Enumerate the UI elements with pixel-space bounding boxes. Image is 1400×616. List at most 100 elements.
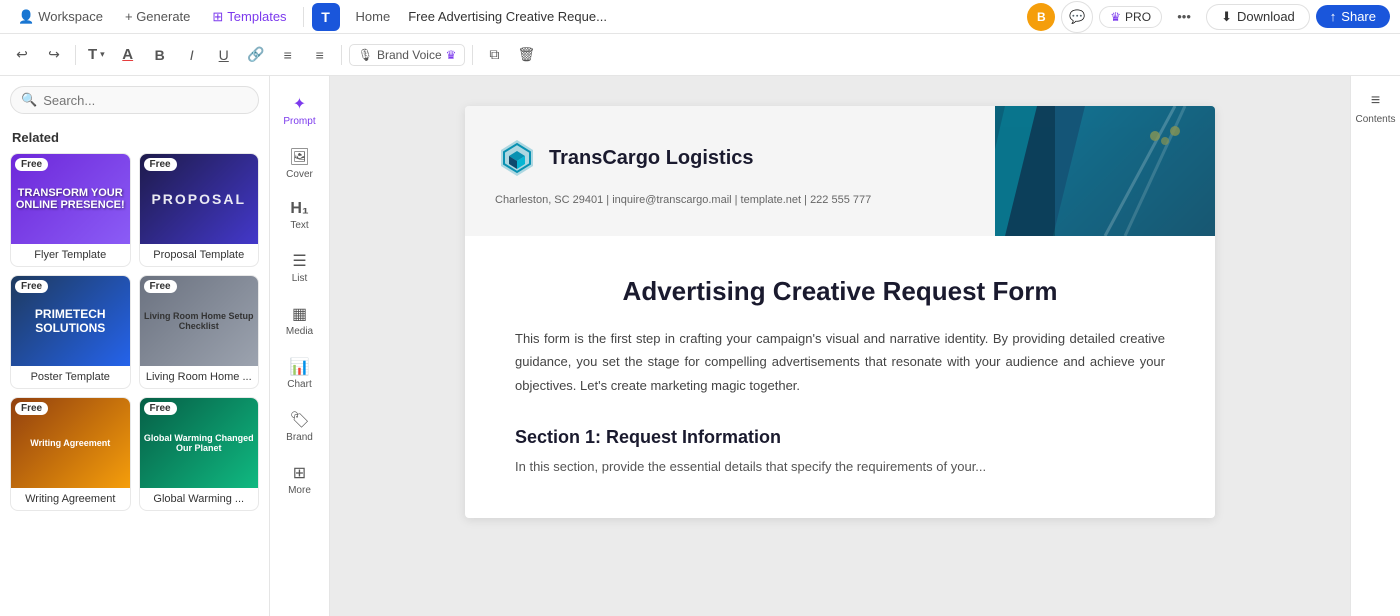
template-badge: Free xyxy=(144,158,177,171)
tool-cover-label: Cover xyxy=(286,169,313,180)
tool-chart[interactable]: 📊 Chart xyxy=(274,349,326,398)
more-tools-icon: ⊞ xyxy=(293,463,306,483)
tool-text[interactable]: H₁ Text xyxy=(274,192,326,239)
top-navigation: 👤 Workspace + Generate ⊞ Templates T Hom… xyxy=(0,0,1400,34)
template-name: Writing Agreement xyxy=(11,488,130,510)
template-badge: Free xyxy=(144,402,177,415)
toolbar-sep-3 xyxy=(472,45,473,65)
home-label: Home xyxy=(356,9,391,24)
template-badge: Free xyxy=(15,402,48,415)
side-tools-panel: ✦ Prompt 🖼 Cover H₁ Text ☰ List ▦ Media … xyxy=(270,76,330,616)
template-thumbnail: Free TRANSFORM YOUR ONLINE PRESENCE! xyxy=(11,154,130,244)
template-name: Proposal Template xyxy=(140,244,259,266)
template-card[interactable]: Free Global Warming Changed Our Planet G… xyxy=(139,397,260,511)
template-name: Global Warming ... xyxy=(140,488,259,510)
template-badge: Free xyxy=(144,280,177,293)
tool-media[interactable]: ▦ Media xyxy=(274,296,326,345)
font-icon: T xyxy=(88,46,97,63)
cover-icon: 🖼 xyxy=(289,147,309,167)
template-badge: Free xyxy=(15,158,48,171)
align-button[interactable]: ≡ xyxy=(306,41,334,69)
template-card[interactable]: Free Writing Agreement Writing Agreement xyxy=(10,397,131,511)
tool-text-label: Text xyxy=(290,220,308,231)
share-icon: ↑ xyxy=(1330,9,1337,24)
contents-button[interactable]: ≡ Contents xyxy=(1349,86,1400,131)
doc-header-right xyxy=(995,106,1215,236)
copy-button[interactable]: ⧉ xyxy=(480,41,508,69)
template-name: Poster Template xyxy=(11,366,130,388)
text-icon: H₁ xyxy=(290,200,308,218)
font-family-select[interactable]: T ▾ xyxy=(83,43,110,66)
template-card[interactable]: Free Living Room Home Setup Checklist Li… xyxy=(139,275,260,389)
template-card[interactable]: Free PROPOSAL Proposal Template xyxy=(139,153,260,267)
templates-label: Templates xyxy=(227,9,286,24)
company-info: Charleston, SC 29401 | inquire@transcarg… xyxy=(495,194,965,206)
download-button[interactable]: ⬇ Download xyxy=(1206,4,1310,30)
tool-media-label: Media xyxy=(286,326,313,337)
tool-list[interactable]: ☰ List xyxy=(274,243,326,292)
tool-brand-label: Brand xyxy=(286,432,313,443)
search-box[interactable]: 🔍 xyxy=(10,86,259,114)
template-name: Living Room Home ... xyxy=(140,366,259,388)
tool-brand[interactable]: 🏷 Brand xyxy=(274,402,326,451)
tool-more-label: More xyxy=(288,485,311,496)
bold-button[interactable]: B xyxy=(146,41,174,69)
delete-button[interactable]: 🗑 xyxy=(512,41,540,69)
doc-header-left: TransCargo Logistics Charleston, SC 2940… xyxy=(465,106,995,236)
template-name: Flyer Template xyxy=(11,244,130,266)
doc-title: Free Advertising Creative Reque... xyxy=(408,9,607,24)
related-section-title: Related xyxy=(0,124,269,153)
pro-label: PRO xyxy=(1125,10,1151,24)
download-label: Download xyxy=(1237,9,1295,24)
italic-button[interactable]: I xyxy=(178,41,206,69)
logo-svg xyxy=(495,136,539,180)
pro-badge[interactable]: ♛ PRO xyxy=(1099,6,1162,28)
content-area: TransCargo Logistics Charleston, SC 2940… xyxy=(330,76,1350,616)
tool-chart-label: Chart xyxy=(287,379,311,390)
tool-more[interactable]: ⊞ More xyxy=(274,455,326,504)
document: TransCargo Logistics Charleston, SC 2940… xyxy=(465,106,1215,518)
template-thumbnail: Free Global Warming Changed Our Planet xyxy=(140,398,259,488)
section1-title: Section 1: Request Information xyxy=(515,427,1165,448)
brand-voice-button[interactable]: 🎙 Brand Voice ♛ xyxy=(349,44,466,66)
media-icon: ▦ xyxy=(292,304,307,324)
generate-nav[interactable]: + Generate xyxy=(117,5,198,28)
formatting-toolbar: ↩ ↪ T ▾ A B I U 🔗 ≡ ≡ 🎙 Brand Voice ♛ ⧉ … xyxy=(0,34,1400,76)
tool-prompt-label: Prompt xyxy=(283,116,315,127)
chat-icon: 💬 xyxy=(1069,9,1085,25)
template-card[interactable]: Free PRIMETECH SOLUTIONS Poster Template xyxy=(10,275,131,389)
doc-body: Advertising Creative Request Form This f… xyxy=(465,236,1215,518)
bullet-list-button[interactable]: ≡ xyxy=(274,41,302,69)
template-card[interactable]: Free TRANSFORM YOUR ONLINE PRESENCE! Fly… xyxy=(10,153,131,267)
brand-crown-icon: ♛ xyxy=(446,48,457,62)
more-options-btn[interactable]: ••• xyxy=(1168,1,1200,33)
template-thumbnail: Free PRIMETECH SOLUTIONS xyxy=(11,276,130,366)
workspace-label: Workspace xyxy=(38,9,103,24)
chat-icon-btn[interactable]: 💬 xyxy=(1061,1,1093,33)
tool-prompt[interactable]: ✦ Prompt xyxy=(274,86,326,135)
link-button[interactable]: 🔗 xyxy=(242,41,270,69)
brand-voice-icon: 🎙 xyxy=(358,48,373,62)
underline-button[interactable]: U xyxy=(210,41,238,69)
tool-list-label: List xyxy=(292,273,308,284)
template-thumbnail: Free Writing Agreement xyxy=(11,398,130,488)
template-thumbnail: Free PROPOSAL xyxy=(140,154,259,244)
contents-icon: ≡ xyxy=(1371,92,1380,110)
crown-icon: ♛ xyxy=(1110,10,1121,24)
user-avatar[interactable]: B xyxy=(1027,3,1055,31)
generate-label: + Generate xyxy=(125,9,190,24)
templates-nav[interactable]: ⊞ Templates xyxy=(204,5,294,29)
download-icon: ⬇ xyxy=(1221,9,1232,25)
undo-button[interactable]: ↩ xyxy=(8,41,36,69)
contents-label: Contents xyxy=(1355,114,1395,125)
nav-divider-1 xyxy=(303,7,304,27)
font-color-button[interactable]: A xyxy=(114,41,142,69)
tool-cover[interactable]: 🖼 Cover xyxy=(274,139,326,188)
share-button[interactable]: ↑ Share xyxy=(1316,5,1390,28)
workspace-icon: 👤 xyxy=(18,9,34,25)
redo-button[interactable]: ↪ xyxy=(40,41,68,69)
search-input[interactable] xyxy=(43,93,248,108)
workspace-nav[interactable]: 👤 Workspace xyxy=(10,5,111,29)
home-nav[interactable]: Home xyxy=(348,5,399,28)
template-badge: Free xyxy=(15,280,48,293)
